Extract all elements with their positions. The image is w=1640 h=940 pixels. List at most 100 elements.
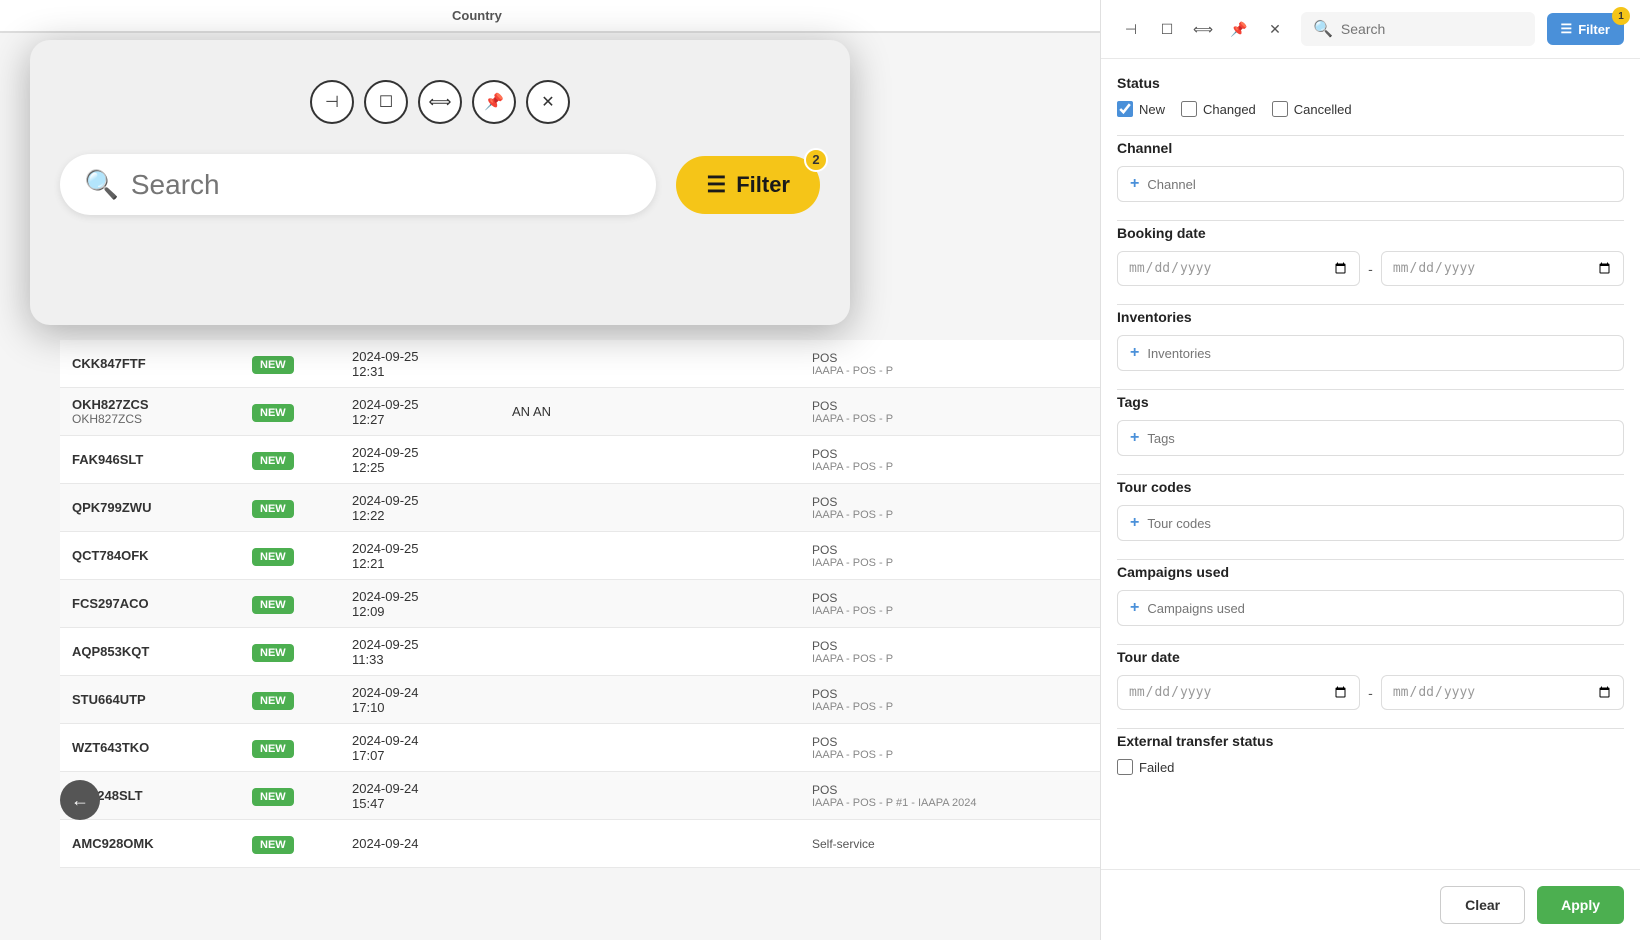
- campaigns-title: Campaigns used: [1117, 564, 1624, 580]
- divider-1: [1117, 135, 1624, 136]
- row-date: 2024-09-2512:27: [340, 389, 500, 435]
- status-cancelled-checkbox[interactable]: [1272, 101, 1288, 117]
- right-panel-topbar: ⊣ ☐ ⟺ 📌 ✕ 🔍 ☰ Filter 1: [1101, 0, 1640, 59]
- campaigns-input[interactable]: [1147, 601, 1611, 616]
- row-country: [700, 548, 800, 564]
- status-section: Status New Changed Cancelled: [1117, 75, 1624, 117]
- filter-label: Filter: [736, 172, 790, 198]
- search-input[interactable]: [131, 169, 633, 201]
- row-date: 2024-09-2511:33: [340, 629, 500, 675]
- table-header: Country: [0, 0, 1100, 33]
- right-filter-label: Filter: [1578, 22, 1610, 37]
- filter-button[interactable]: ☰ Filter 2: [676, 156, 820, 214]
- table-row[interactable]: OKH827ZCS OKH827ZCS NEW 2024-09-2512:27 …: [60, 388, 1100, 436]
- external-transfer-failed-checkbox[interactable]: [1117, 759, 1133, 775]
- status-changed-checkbox[interactable]: [1181, 101, 1197, 117]
- booking-date-from[interactable]: [1117, 251, 1360, 286]
- table-row[interactable]: FCS297ACO NEW 2024-09-2512:09 POS IAAPA …: [60, 580, 1100, 628]
- country-header: Country: [452, 8, 552, 23]
- table-row[interactable]: AMC928OMK NEW 2024-09-24 Self-service: [60, 820, 1100, 868]
- row-channel: POS IAAPA - POS - P: [800, 583, 1000, 625]
- row-channel: POS IAAPA - POS - P: [800, 727, 1000, 769]
- right-dock-left-button[interactable]: ⊣: [1117, 15, 1145, 43]
- tour-date-from[interactable]: [1117, 675, 1360, 710]
- right-filter-icon: ☰: [1561, 21, 1573, 37]
- row-name: AN AN: [500, 396, 700, 427]
- row-code: QPK799ZWU: [60, 492, 240, 523]
- dock-left-button[interactable]: ⊣: [310, 80, 354, 124]
- row-code: FAK946SLT: [60, 444, 240, 475]
- table-row[interactable]: WZT643TKO NEW 2024-09-2417:07 POS IAAPA …: [60, 724, 1100, 772]
- tour-codes-input-wrap: +: [1117, 505, 1624, 541]
- tags-input[interactable]: [1147, 431, 1611, 446]
- row-country: [700, 356, 800, 372]
- clear-button[interactable]: Clear: [1440, 886, 1525, 924]
- right-center-button[interactable]: ☐: [1153, 15, 1181, 43]
- row-date: 2024-09-2415:47: [340, 773, 500, 819]
- inventories-input[interactable]: [1147, 346, 1611, 361]
- campaigns-add-icon[interactable]: +: [1130, 599, 1139, 617]
- inventories-title: Inventories: [1117, 309, 1624, 325]
- row-code: AQP853KQT: [60, 636, 240, 667]
- booking-date-to[interactable]: [1381, 251, 1624, 286]
- right-expand-button[interactable]: ⟺: [1189, 15, 1217, 43]
- status-new-checkbox[interactable]: [1117, 101, 1133, 117]
- table-row[interactable]: CKK847FTF NEW 2024-09-2512:31 POS IAAPA …: [60, 340, 1100, 388]
- row-status: NEW: [240, 831, 340, 857]
- status-badge: NEW: [252, 356, 294, 374]
- row-status: NEW: [240, 735, 340, 761]
- status-cancelled-option[interactable]: Cancelled: [1272, 101, 1352, 117]
- row-date: 2024-09-2512:22: [340, 485, 500, 531]
- row-country: [700, 452, 800, 468]
- table-row[interactable]: QCT784OFK NEW 2024-09-2512:21 POS IAAPA …: [60, 532, 1100, 580]
- expand-button[interactable]: ⟺: [418, 80, 462, 124]
- status-badge: NEW: [252, 596, 294, 614]
- table-row[interactable]: FAK946SLT NEW 2024-09-2512:25 POS IAAPA …: [60, 436, 1100, 484]
- tour-codes-input[interactable]: [1147, 516, 1611, 531]
- right-search-input[interactable]: [1341, 21, 1523, 37]
- external-transfer-failed-option[interactable]: Failed: [1117, 759, 1624, 775]
- back-button[interactable]: ←: [60, 780, 100, 820]
- row-date: 2024-09-2512:21: [340, 533, 500, 579]
- channel-add-icon[interactable]: +: [1130, 175, 1139, 193]
- divider-7: [1117, 644, 1624, 645]
- row-channel: POS IAAPA - POS - P: [800, 631, 1000, 673]
- row-name: [500, 356, 700, 372]
- tour-date-range: -: [1117, 675, 1624, 710]
- status-changed-option[interactable]: Changed: [1181, 101, 1256, 117]
- right-close-button[interactable]: ✕: [1261, 15, 1289, 43]
- divider-2: [1117, 220, 1624, 221]
- tags-add-icon[interactable]: +: [1130, 429, 1139, 447]
- close-button[interactable]: ✕: [526, 80, 570, 124]
- filter-badge: 2: [804, 148, 828, 172]
- row-country: [700, 500, 800, 516]
- row-country: [700, 740, 800, 756]
- divider-5: [1117, 474, 1624, 475]
- search-input-wrap: 🔍: [60, 154, 656, 215]
- right-pin-button[interactable]: 📌: [1225, 15, 1253, 43]
- table-row[interactable]: ALF248SLT NEW 2024-09-2415:47 POS IAAPA …: [60, 772, 1100, 820]
- tour-date-to[interactable]: [1381, 675, 1624, 710]
- row-channel: POS IAAPA - POS - P #1 - IAAPA 2024: [800, 775, 1000, 817]
- row-name: [500, 788, 700, 804]
- row-name: [500, 452, 700, 468]
- table-row[interactable]: AQP853KQT NEW 2024-09-2511:33 POS IAAPA …: [60, 628, 1100, 676]
- table-row[interactable]: QPK799ZWU NEW 2024-09-2512:22 POS IAAPA …: [60, 484, 1100, 532]
- row-status: NEW: [240, 639, 340, 665]
- table-row[interactable]: STU664UTP NEW 2024-09-2417:10 POS IAAPA …: [60, 676, 1100, 724]
- center-button[interactable]: ☐: [364, 80, 408, 124]
- tour-codes-add-icon[interactable]: +: [1130, 514, 1139, 532]
- row-status: NEW: [240, 351, 340, 377]
- row-status: NEW: [240, 447, 340, 473]
- pin-button[interactable]: 📌: [472, 80, 516, 124]
- channel-input[interactable]: [1147, 177, 1611, 192]
- row-code: CKK847FTF: [60, 348, 240, 379]
- row-status: NEW: [240, 399, 340, 425]
- apply-button[interactable]: Apply: [1537, 886, 1624, 924]
- right-filter-button[interactable]: ☰ Filter 1: [1547, 13, 1624, 45]
- status-new-option[interactable]: New: [1117, 101, 1165, 117]
- inventories-input-wrap: +: [1117, 335, 1624, 371]
- row-code: WZT643TKO: [60, 732, 240, 763]
- right-panel: ⊣ ☐ ⟺ 📌 ✕ 🔍 ☰ Filter 1 Status New: [1100, 0, 1640, 940]
- inventories-add-icon[interactable]: +: [1130, 344, 1139, 362]
